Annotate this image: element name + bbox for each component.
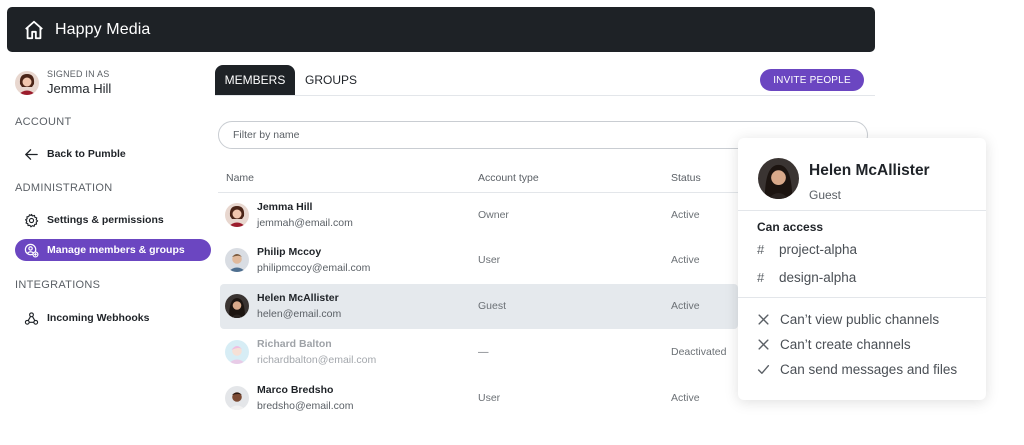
signed-in-user: SIGNED IN AS Jemma Hill bbox=[15, 69, 111, 96]
avatar bbox=[225, 340, 249, 364]
permission-item: Can’t view public channels bbox=[757, 312, 939, 327]
table-row[interactable]: Jemma Hill jemmah@email.com Owner Active bbox=[220, 193, 738, 238]
divider bbox=[738, 297, 986, 298]
member-name: Richard Balton bbox=[257, 338, 332, 350]
signed-in-name: Jemma Hill bbox=[47, 81, 112, 96]
profile-name: Helen McAllister bbox=[809, 162, 930, 179]
member-email: richardbalton@email.com bbox=[257, 354, 377, 366]
webhooks-label: Incoming Webhooks bbox=[47, 312, 150, 324]
avatar bbox=[758, 158, 799, 199]
sidebar-item-settings[interactable]: Settings & permissions bbox=[15, 209, 211, 231]
members-icon bbox=[24, 243, 39, 257]
avatar bbox=[225, 294, 249, 318]
sidebar-item-webhooks[interactable]: Incoming Webhooks bbox=[15, 307, 211, 329]
member-email: helen@email.com bbox=[257, 308, 342, 320]
permission-text: Can’t view public channels bbox=[780, 312, 940, 327]
top-bar: Happy Media bbox=[7, 7, 875, 52]
permission-text: Can send messages and files bbox=[780, 362, 958, 377]
member-profile-card: Helen McAllister Guest Can access # proj… bbox=[738, 138, 986, 400]
section-integrations: INTEGRATIONS bbox=[15, 279, 101, 291]
sidebar-item-manage-members[interactable]: Manage members & groups bbox=[15, 239, 211, 261]
invite-people-button[interactable]: INVITE PEOPLE bbox=[760, 69, 864, 91]
profile-role: Guest bbox=[809, 188, 842, 202]
permission-item: Can’t create channels bbox=[757, 337, 911, 352]
tab-members[interactable]: MEMBERS bbox=[215, 65, 295, 95]
column-header-status[interactable]: Status bbox=[671, 172, 701, 184]
member-name: Marco Bredsho bbox=[257, 384, 334, 396]
member-account-type: Guest bbox=[478, 300, 507, 312]
settings-label: Settings & permissions bbox=[47, 214, 164, 226]
table-row[interactable]: Helen McAllister helen@email.com Guest A… bbox=[220, 284, 738, 329]
member-email: jemmah@email.com bbox=[257, 217, 353, 229]
channel-item[interactable]: # project-alpha bbox=[757, 242, 857, 257]
table-row[interactable]: Marco Bredsho bredsho@email.com User Act… bbox=[220, 376, 738, 421]
avatar bbox=[225, 386, 249, 410]
table-row[interactable]: Philip Mccoy philipmccoy@email.com User … bbox=[220, 238, 738, 283]
x-icon bbox=[758, 339, 769, 350]
member-name: Helen McAllister bbox=[257, 292, 339, 304]
member-status: Active bbox=[671, 209, 700, 221]
permission-item: Can send messages and files bbox=[757, 362, 957, 377]
section-account: ACCOUNT bbox=[15, 116, 72, 128]
member-status: Active bbox=[671, 392, 700, 404]
member-account-type: Owner bbox=[478, 209, 509, 221]
member-account-type: — bbox=[478, 346, 489, 358]
hash-icon: # bbox=[757, 242, 765, 257]
webhook-icon bbox=[24, 311, 39, 325]
channel-name: design-alpha bbox=[779, 270, 857, 285]
member-email: bredsho@email.com bbox=[257, 400, 354, 412]
channel-name: project-alpha bbox=[779, 242, 858, 257]
channel-item[interactable]: # design-alpha bbox=[757, 270, 856, 285]
back-to-pumble-link[interactable]: Back to Pumble bbox=[15, 143, 211, 165]
member-email: philipmccoy@email.com bbox=[257, 262, 371, 274]
member-status: Active bbox=[671, 300, 700, 312]
signed-in-label: SIGNED IN AS bbox=[47, 69, 110, 79]
member-name: Philip Mccoy bbox=[257, 246, 322, 258]
column-header-name[interactable]: Name bbox=[226, 172, 254, 184]
member-account-type: User bbox=[478, 392, 501, 404]
workspace-title: Happy Media bbox=[55, 20, 151, 38]
gear-icon bbox=[25, 213, 39, 227]
member-status: Active bbox=[671, 254, 700, 266]
arrow-left-icon bbox=[25, 148, 38, 160]
check-icon bbox=[757, 365, 770, 374]
column-header-account-type[interactable]: Account type bbox=[478, 172, 539, 184]
home-icon[interactable] bbox=[23, 19, 45, 41]
avatar bbox=[225, 203, 249, 227]
can-access-heading: Can access bbox=[757, 220, 824, 234]
manage-members-label: Manage members & groups bbox=[47, 244, 185, 256]
avatar bbox=[225, 248, 249, 272]
section-administration: ADMINISTRATION bbox=[15, 182, 113, 194]
tab-groups[interactable]: GROUPS bbox=[295, 65, 367, 95]
permission-text: Can’t create channels bbox=[780, 337, 911, 352]
x-icon bbox=[758, 314, 769, 325]
divider bbox=[738, 210, 986, 211]
member-name: Jemma Hill bbox=[257, 201, 313, 213]
back-to-pumble-label: Back to Pumble bbox=[47, 148, 126, 160]
avatar bbox=[15, 70, 39, 95]
sidebar: SIGNED IN AS Jemma Hill ACCOUNT Back to … bbox=[0, 60, 215, 445]
member-account-type: User bbox=[478, 254, 501, 266]
hash-icon: # bbox=[757, 270, 765, 285]
member-status: Deactivated bbox=[671, 346, 727, 358]
table-row[interactable]: Richard Balton richardbalton@email.com —… bbox=[220, 330, 738, 375]
